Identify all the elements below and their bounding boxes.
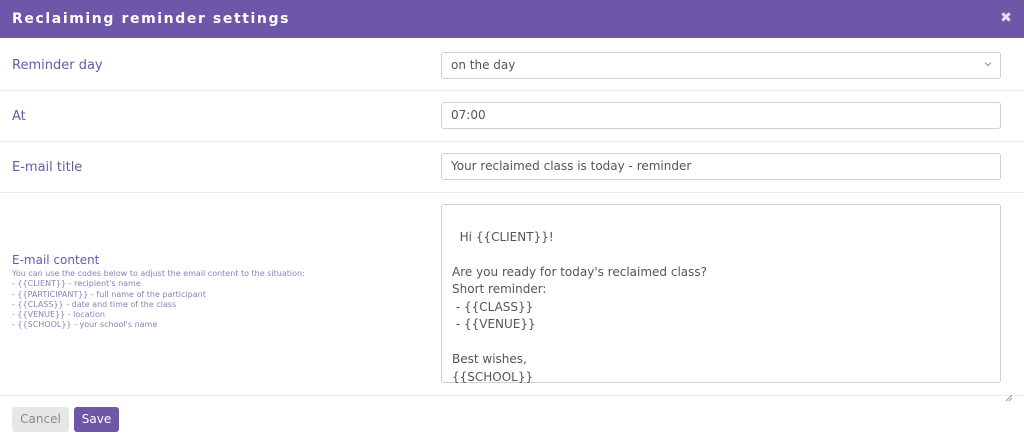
email-title-value: Your reclaimed class is today - reminder xyxy=(451,159,692,173)
email-content-value: Hi {{CLIENT}}! Are you ready for today's… xyxy=(452,229,708,384)
reminder-day-label: Reminder day xyxy=(12,58,103,73)
at-row: At 07:00 xyxy=(0,91,1024,142)
placeholder-hint: - {{SCHOOL}} - your school's name xyxy=(12,320,158,330)
placeholder-hint: - {{PARTICIPANT}} - full name of the par… xyxy=(12,289,206,299)
dialog-header: Reclaiming reminder settings ✖ xyxy=(0,0,1024,38)
email-title-label: E-mail title xyxy=(12,160,83,175)
email-title-row: E-mail title Your reclaimed class is tod… xyxy=(0,142,1024,193)
placeholder-hint: - {{CLASS}} - date and time of the class xyxy=(12,299,177,309)
cancel-button[interactable]: Cancel xyxy=(12,407,69,432)
time-input[interactable]: 07:00 xyxy=(441,102,1001,129)
reminder-day-row: Reminder day on the day xyxy=(0,38,1024,91)
reminder-day-value: on the day xyxy=(451,58,516,72)
placeholder-hint: - {{VENUE}} - location xyxy=(12,310,105,320)
resize-grip-icon[interactable] xyxy=(990,372,1013,401)
time-input-value: 07:00 xyxy=(451,108,486,122)
save-button[interactable]: Save xyxy=(74,407,119,432)
close-icon[interactable]: ✖ xyxy=(998,10,1014,26)
email-content-label: E-mail content xyxy=(12,253,100,267)
email-content-textarea[interactable]: Hi {{CLIENT}}! Are you ready for today's… xyxy=(441,204,1013,401)
chevron-down-icon xyxy=(984,53,992,78)
placeholder-hint: - {{CLIENT}} - recipient's name xyxy=(12,279,141,289)
reminder-day-select[interactable]: on the day xyxy=(441,52,1001,79)
dialog-title: Reclaiming reminder settings xyxy=(12,11,291,27)
at-label: At xyxy=(12,109,26,124)
email-title-input[interactable]: Your reclaimed class is today - reminder xyxy=(441,153,1001,180)
placeholder-hint: You can use the codes below to adjust th… xyxy=(12,269,305,278)
email-content-label-block: E-mail content You can use the codes bel… xyxy=(12,253,412,331)
